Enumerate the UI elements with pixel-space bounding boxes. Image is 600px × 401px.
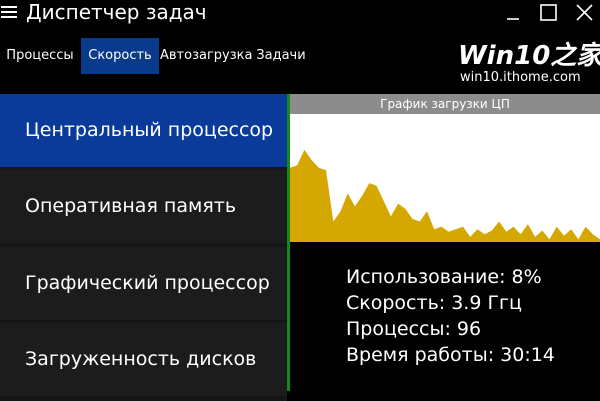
- hamburger-menu-icon[interactable]: [0, 2, 18, 22]
- window-title: Диспетчер задач: [26, 0, 207, 24]
- sidebar-item-gpu[interactable]: Графический процессор: [0, 247, 287, 320]
- cpu-usage-graph: [290, 149, 600, 242]
- maximize-icon[interactable]: [533, 0, 563, 26]
- cpu-stats: Использование: 8% Скорость: 3.9 Ггц Проц…: [346, 264, 555, 368]
- watermark-main: Win10之家: [458, 41, 600, 71]
- title-bar: Диспетчер задач: [0, 0, 600, 30]
- sidebar-item-label: Оперативная память: [25, 195, 237, 217]
- stat-speed: Скорость: 3.9 Ггц: [346, 292, 522, 314]
- tab-processes[interactable]: Процессы: [0, 38, 80, 74]
- stat-usage: Использование: 8%: [346, 266, 542, 288]
- cpu-usage-chart: График загрузки ЦП: [290, 94, 600, 242]
- stat-uptime: Время работы: 30:14: [346, 344, 555, 366]
- resource-sidebar: Центральный процессор Оперативная память…: [0, 94, 287, 401]
- sidebar-item-cpu[interactable]: Центральный процессор: [0, 94, 287, 167]
- cpu-usage-area: [290, 149, 600, 242]
- chart-title: График загрузки ЦП: [290, 94, 600, 114]
- watermark-sub: win10.ithome.com: [460, 70, 581, 85]
- close-icon[interactable]: [569, 0, 599, 26]
- stat-processes: Процессы: 96: [346, 318, 482, 340]
- watermark-logo: Win10之家 win10.ithome.com: [456, 40, 600, 90]
- sidebar-item-label: Центральный процессор: [25, 119, 274, 141]
- tab-bar: Процессы Скорость Автозагрузка Задачи: [0, 38, 310, 74]
- tab-tasks[interactable]: Задачи: [244, 38, 318, 74]
- tab-performance[interactable]: Скорость: [81, 38, 159, 74]
- tab-startup[interactable]: Автозагрузка: [160, 38, 252, 74]
- sidebar-item-label: Графический процессор: [25, 272, 270, 294]
- sidebar-item-label: Загруженность дисков: [25, 348, 257, 370]
- sidebar-item-disk[interactable]: Загруженность дисков: [0, 323, 287, 396]
- minimize-icon[interactable]: [498, 0, 528, 26]
- sidebar-item-memory[interactable]: Оперативная память: [0, 170, 287, 243]
